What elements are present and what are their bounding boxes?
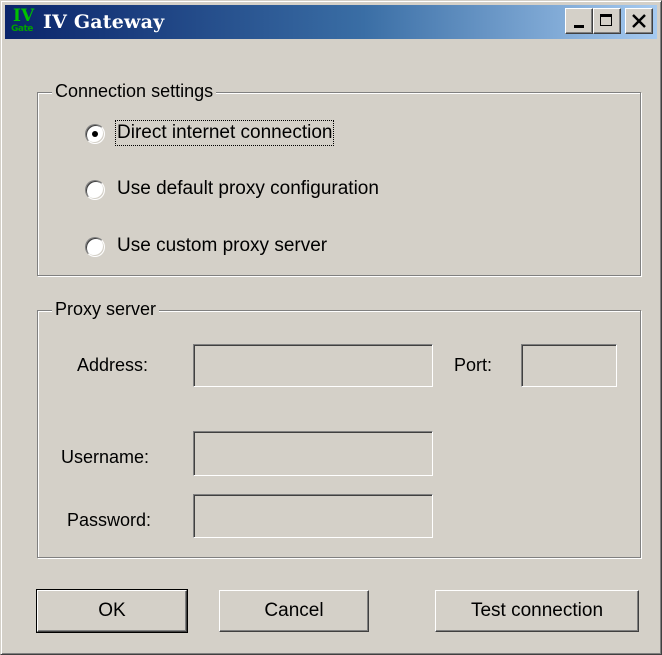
radio-label-custom-proxy[interactable]: Use custom proxy server xyxy=(117,235,327,257)
port-label: Port: xyxy=(454,355,493,375)
username-label: Username: xyxy=(61,447,150,467)
connection-settings-legend: Connection settings xyxy=(52,81,217,102)
proxy-server-legend: Proxy server xyxy=(52,299,160,320)
port-input[interactable] xyxy=(521,344,617,387)
radio-label-default-proxy[interactable]: Use default proxy configuration xyxy=(117,178,379,200)
cancel-button[interactable]: Cancel xyxy=(219,590,369,632)
app-icon: IV Gate xyxy=(11,8,39,36)
test-connection-button[interactable]: Test connection xyxy=(435,590,639,632)
dialog-window: IV Gate IV Gateway Connection settings D… xyxy=(0,0,662,655)
app-icon-text: IV xyxy=(13,6,35,26)
username-input[interactable] xyxy=(193,431,433,476)
password-label: Password: xyxy=(67,510,152,530)
radio-button-icon[interactable] xyxy=(85,180,105,200)
radio-button-icon[interactable] xyxy=(85,124,105,144)
radio-label-direct[interactable]: Direct internet connection xyxy=(114,120,335,146)
minimize-button[interactable] xyxy=(565,8,593,34)
maximize-button[interactable] xyxy=(593,8,621,34)
close-icon xyxy=(632,14,646,28)
maximize-icon xyxy=(600,14,612,26)
close-button[interactable] xyxy=(625,8,653,34)
minimize-icon xyxy=(574,25,584,28)
ok-button[interactable]: OK xyxy=(36,589,188,633)
radio-button-icon[interactable] xyxy=(85,237,105,257)
app-icon-subtext: Gate xyxy=(11,24,33,34)
radio-selected-dot xyxy=(92,131,98,137)
password-input[interactable] xyxy=(193,494,433,538)
window-title: IV Gateway xyxy=(43,11,165,33)
title-bar[interactable]: IV Gate IV Gateway xyxy=(5,5,657,39)
address-label: Address: xyxy=(77,355,149,375)
address-input[interactable] xyxy=(193,344,433,387)
